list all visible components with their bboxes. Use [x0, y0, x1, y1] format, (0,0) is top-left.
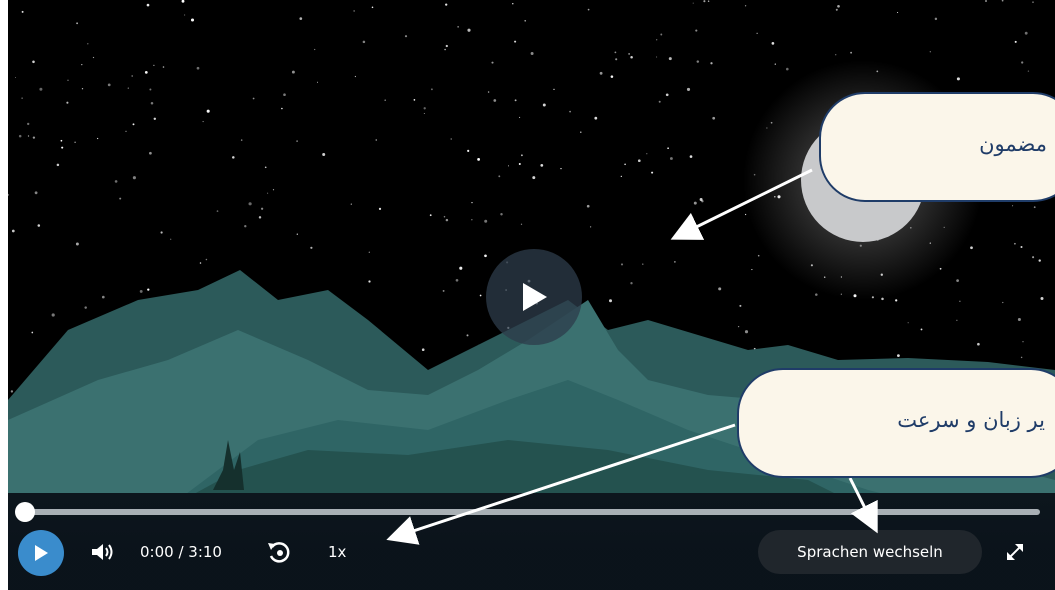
play-icon	[35, 545, 48, 561]
replay-button[interactable]	[266, 539, 292, 570]
progress-bar[interactable]	[25, 509, 1040, 515]
volume-icon	[92, 544, 113, 560]
fullscreen-icon	[1007, 544, 1023, 560]
time-display: 0:00 / 3:10	[140, 543, 222, 561]
volume-button[interactable]	[90, 541, 116, 568]
language-switch-button[interactable]: Sprachen wechseln	[758, 530, 982, 574]
playback-speed-button[interactable]: 1x	[328, 543, 346, 561]
callout-language-speed: یر زبان و سرعت	[737, 368, 1055, 478]
play-icon	[523, 283, 547, 311]
progress-handle[interactable]	[15, 502, 35, 522]
fullscreen-button[interactable]	[1003, 540, 1027, 569]
big-play-button[interactable]	[486, 249, 582, 345]
callout-content-text: مضمون	[979, 132, 1047, 156]
play-button[interactable]	[18, 530, 64, 576]
callout-content: مضمون	[819, 92, 1055, 202]
replay-10-icon	[268, 542, 290, 563]
video-player[interactable]	[8, 0, 1055, 590]
callout-language-speed-text: یر زبان و سرعت	[897, 408, 1045, 432]
